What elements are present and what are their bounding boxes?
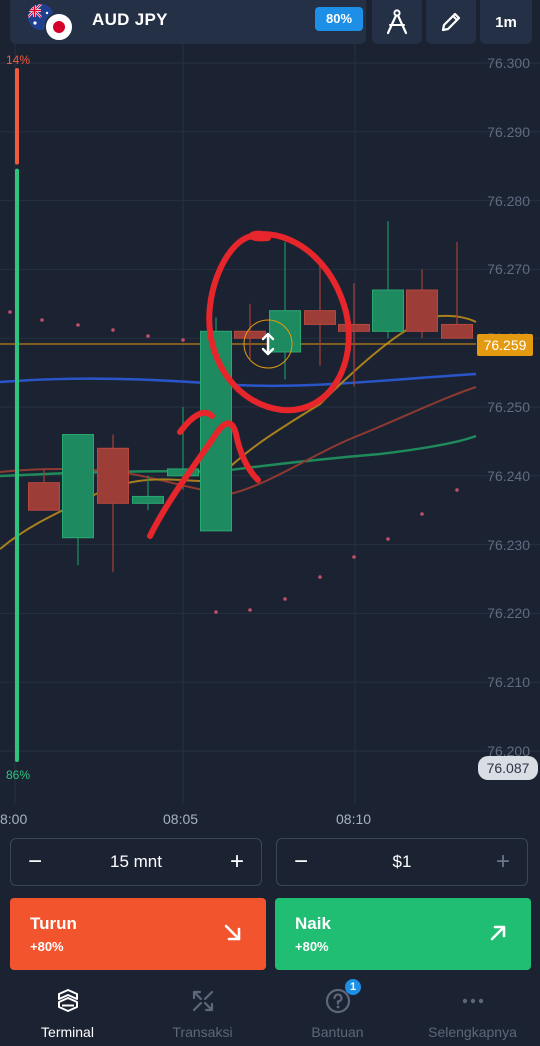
low-price-marker: 76.087	[478, 756, 538, 780]
arrow-down-right-icon	[224, 924, 241, 941]
nav-more[interactable]: Selengkapnya	[405, 978, 540, 1046]
chart-grid	[0, 44, 540, 804]
timeframe-button[interactable]: 1m	[480, 0, 532, 44]
trade-up-button[interactable]: Naik +80%	[275, 898, 531, 970]
amount-decrease-button[interactable]: −	[279, 839, 323, 885]
time-tick-label: 8:00	[0, 811, 28, 827]
trade-up-label: Naik	[295, 914, 331, 933]
trade-down-button[interactable]: Turun +80%	[10, 898, 266, 970]
price-chart[interactable]: 76.30076.29076.28076.27076.26076.25076.2…	[0, 44, 540, 834]
nav-help-label: Bantuan	[311, 1024, 364, 1040]
amount-stepper: − $1 +	[276, 838, 528, 886]
trade-down-label: Turun	[30, 914, 77, 933]
bottom-navigation: Terminal Transaksi 1 Bantuan Selengkapny…	[0, 978, 540, 1046]
candle-body	[338, 323, 370, 332]
price-tick-label: 76.300	[487, 55, 530, 71]
price-tick-label: 76.290	[487, 123, 530, 140]
nav-help[interactable]: 1 Bantuan	[270, 978, 405, 1046]
sar-dot	[146, 334, 150, 338]
nav-transactions-label: Transaksi	[172, 1024, 233, 1040]
amount-increase-button[interactable]: +	[481, 839, 525, 885]
candle-body	[269, 310, 301, 353]
price-tick-label: 76.250	[487, 399, 530, 415]
terminal-icon	[57, 989, 78, 1012]
duration-increase-button[interactable]: +	[215, 839, 259, 885]
time-tick-label: 08:05	[163, 811, 199, 827]
pencil-icon	[441, 12, 461, 32]
time-tick-label: 08:10	[336, 811, 372, 827]
candle-body	[372, 289, 404, 332]
duration-value[interactable]: 15 mnt	[55, 839, 217, 885]
sar-dot	[111, 328, 115, 332]
candle-body	[234, 330, 266, 339]
duration-stepper: − 15 mnt +	[10, 838, 262, 886]
sar-dot	[283, 597, 287, 601]
nav-more-label: Selengkapnya	[428, 1024, 517, 1040]
moving-average-blue	[0, 372, 477, 388]
price-tick-label: 76.230	[487, 536, 530, 553]
sar-dot	[214, 610, 218, 614]
arrow-up-right-icon	[490, 925, 506, 941]
sar-dot	[181, 338, 185, 342]
top-bar: AUD JPY 80% 1m	[0, 0, 540, 44]
japan-flag-icon	[44, 12, 74, 42]
sar-dot	[455, 488, 459, 492]
more-icon	[462, 998, 483, 1004]
sar-dot	[8, 310, 12, 314]
trade-down-payout: +80%	[30, 939, 64, 954]
duration-decrease-button[interactable]: −	[13, 839, 57, 885]
sentiment-up-percent: 86%	[6, 768, 31, 782]
sar-dot	[248, 608, 252, 612]
payout-badge: 80%	[315, 7, 363, 31]
chart-canvas[interactable]	[0, 44, 540, 834]
candle-body	[441, 323, 473, 339]
amount-value[interactable]: $1	[321, 839, 483, 885]
pencil-button[interactable]	[426, 0, 476, 44]
sentiment-down-percent: 14%	[6, 53, 31, 67]
candle-body	[132, 495, 164, 504]
price-tick-label: 76.240	[487, 467, 530, 484]
nav-terminal[interactable]: Terminal	[0, 978, 135, 1046]
candle-body	[406, 289, 438, 332]
candle-body	[62, 434, 94, 539]
candle-body	[304, 310, 336, 325]
currency-flags	[26, 2, 76, 42]
sar-dot	[318, 575, 322, 579]
price-tick-label: 76.280	[487, 192, 530, 209]
sar-dot	[76, 323, 80, 327]
transactions-icon	[192, 990, 213, 1012]
price-tick-label: 76.210	[487, 674, 530, 691]
drawing-tools-button[interactable]	[372, 0, 422, 44]
trade-up-payout: +80%	[295, 939, 329, 954]
current-price-label: 76.259	[477, 334, 533, 356]
help-notification-badge: 1	[345, 979, 361, 995]
candle-body	[97, 447, 129, 504]
candle-body	[28, 482, 60, 511]
sar-dot	[420, 512, 424, 516]
price-tick-label: 76.220	[487, 605, 530, 622]
asset-name: AUD JPY	[92, 10, 168, 29]
price-tick-label: 76.270	[487, 261, 530, 278]
nav-transactions[interactable]: Transaksi	[135, 978, 270, 1046]
nav-terminal-label: Terminal	[41, 1024, 94, 1040]
sar-dot	[352, 555, 356, 559]
compass-icon	[386, 9, 408, 35]
asset-selector[interactable]: AUD JPY 80%	[10, 0, 366, 44]
sar-dot	[386, 537, 390, 541]
sar-dot	[40, 318, 44, 322]
